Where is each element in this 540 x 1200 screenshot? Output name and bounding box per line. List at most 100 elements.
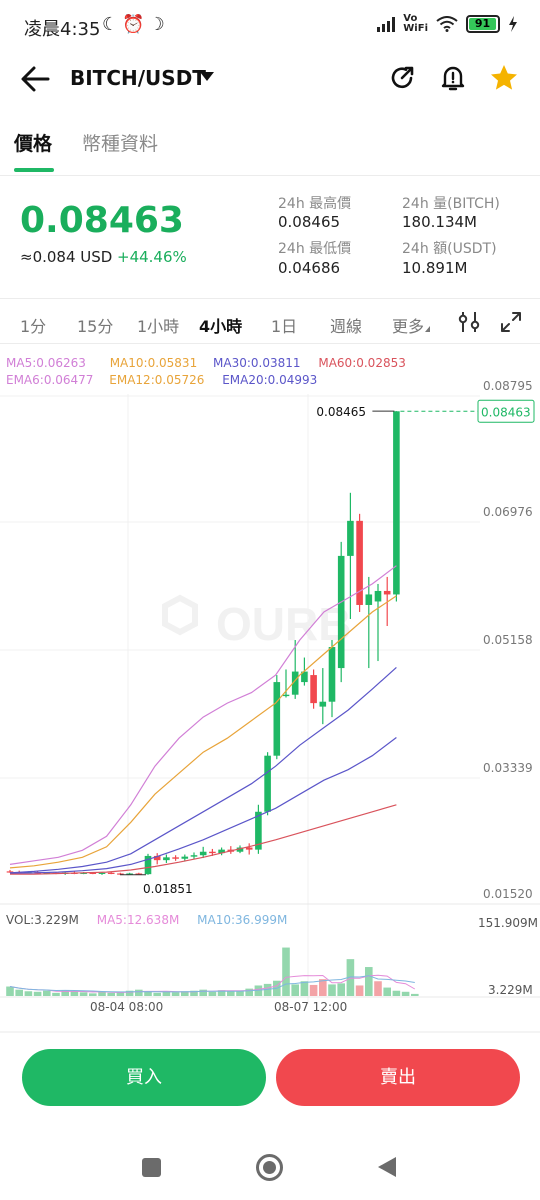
interval-1d[interactable]: 1日	[271, 313, 297, 337]
stat-turnover-label: 24h 額(USDT)	[402, 241, 497, 257]
high-price-label: 0.08465	[316, 405, 366, 419]
interval-15m[interactable]: 15分	[77, 313, 113, 337]
interval-1w[interactable]: 週線	[330, 313, 362, 337]
interval-more[interactable]: 更多	[392, 313, 424, 337]
moving-average-line	[9, 666, 397, 874]
share-icon[interactable]	[387, 63, 417, 93]
volume-bar	[43, 990, 51, 996]
system-nav-bar	[0, 1140, 540, 1200]
candle-body	[190, 855, 198, 857]
moon-icon: ☾	[102, 14, 123, 35]
volume-bar	[319, 979, 327, 996]
time-axis-label: 08-04 08:00	[90, 1000, 163, 1014]
battery-level: 91	[469, 18, 496, 30]
stat-volume-value: 180.134M	[402, 213, 477, 231]
stat-turnover-value: 10.891M	[402, 259, 468, 277]
bedtime-icon: ☽	[148, 14, 169, 35]
alarm-icon: ⏰	[122, 14, 149, 35]
battery-icon: 91	[466, 15, 500, 33]
pair-dropdown-icon[interactable]	[200, 72, 214, 81]
volume-bar	[171, 992, 180, 996]
vowifi-bottom: WiFi	[403, 23, 428, 34]
indicator-settings-icon[interactable]	[457, 311, 481, 333]
price-axis-label: 0.05158	[483, 633, 533, 647]
charging-icon	[509, 16, 517, 32]
home-icon[interactable]	[256, 1154, 283, 1181]
interval-1h[interactable]: 1小時	[137, 313, 179, 337]
status-right: Vo WiFi 91	[377, 14, 518, 34]
volume-bar	[300, 981, 309, 996]
volume-bar	[33, 991, 42, 996]
back-arrow-icon[interactable]	[18, 62, 52, 96]
kline-chart[interactable]: OURB 0.08795 0.06976 0.05158 0.03339 0.01520 0…	[0, 344, 540, 1034]
volume-bar	[282, 947, 290, 996]
status-notification-icons: ☾⏰☽	[102, 14, 169, 35]
back-nav-icon[interactable]	[377, 1156, 397, 1178]
volume-bar	[355, 985, 364, 996]
price-alert-icon[interactable]	[438, 63, 468, 93]
volume-bar	[162, 991, 171, 996]
buy-button[interactable]: 買入	[22, 1049, 266, 1106]
price-axis-label: 0.03339	[483, 761, 533, 775]
stat-high-value: 0.08465	[278, 213, 341, 231]
candle-body	[365, 594, 373, 605]
volume-bar	[153, 992, 161, 996]
interval-selector: 1分 15分 1小時 4小時 1日 週線 更多	[0, 298, 540, 344]
price-axis-label: 0.01520	[483, 887, 533, 901]
volume-bar	[208, 991, 217, 996]
volume-bar	[401, 991, 410, 996]
status-bar: 凌晨4:35 ☾⏰☽ Vo WiFi 91	[0, 0, 540, 56]
sell-button[interactable]: 賣出	[276, 1049, 520, 1106]
recent-apps-icon[interactable]	[142, 1158, 161, 1177]
volume-bar	[411, 993, 419, 996]
stat-low-value: 0.04686	[278, 259, 341, 277]
volume-ma10-label: MA10:36.999M	[197, 913, 288, 927]
volume-bar	[383, 987, 391, 996]
candle-body	[172, 857, 179, 859]
volume-bar	[135, 989, 143, 996]
volume-legend: VOL:3.229M MA5:12.638M MA10:36.999M	[6, 913, 287, 927]
favorite-star-icon[interactable]	[489, 63, 519, 93]
candle-body	[163, 857, 170, 861]
tab-indicator	[14, 168, 54, 172]
candle-body	[245, 847, 253, 850]
ticker-panel: 0.08463 ≈0.084 USD +44.46% 24h 最高價 0.084…	[0, 176, 540, 298]
stat-volume-label: 24h 量(BITCH)	[402, 196, 500, 212]
interval-4h[interactable]: 4小時	[199, 313, 242, 337]
status-time: 凌晨4:35	[24, 19, 101, 40]
candle-body	[264, 755, 271, 812]
candle-body	[107, 872, 115, 874]
vowifi-icon: Vo WiFi	[403, 14, 428, 34]
tab-coin-info[interactable]: 幣種資料	[82, 129, 158, 156]
volume-bar	[15, 989, 23, 996]
price-axis-label: 0.06976	[483, 505, 533, 519]
tab-price[interactable]: 價格	[14, 129, 52, 156]
stat-low-label: 24h 最低價	[278, 241, 352, 257]
volume-bar	[227, 991, 235, 996]
volume-bar	[24, 991, 33, 996]
candle-body	[282, 694, 290, 697]
wifi-icon	[436, 16, 458, 32]
volume-bar	[70, 991, 79, 996]
price-change-percent: +44.46%	[117, 248, 187, 266]
candle-body	[383, 590, 391, 595]
signal-icon	[377, 16, 396, 32]
candle-body	[310, 675, 317, 704]
volume-bar	[89, 993, 97, 996]
interval-1m[interactable]: 1分	[20, 313, 46, 337]
volume-bar	[107, 992, 115, 996]
price-axis-label: 0.08795	[483, 379, 533, 393]
candle-body	[209, 851, 216, 854]
candle-body	[328, 647, 336, 702]
pair-title[interactable]: BITCH/USDT	[70, 66, 206, 90]
usd-equivalent: ≈0.084 USD	[20, 248, 113, 266]
candle-body	[181, 856, 189, 859]
fullscreen-icon[interactable]	[500, 311, 522, 333]
exchange-watermark: OURB	[216, 598, 351, 650]
stat-high-label: 24h 最高價	[278, 196, 352, 212]
candle-body	[374, 590, 382, 602]
low-price-label: 0.01851	[143, 882, 193, 896]
candle-body	[337, 555, 345, 669]
header: BITCH/USDT	[0, 56, 540, 102]
volume-bar	[337, 983, 345, 996]
